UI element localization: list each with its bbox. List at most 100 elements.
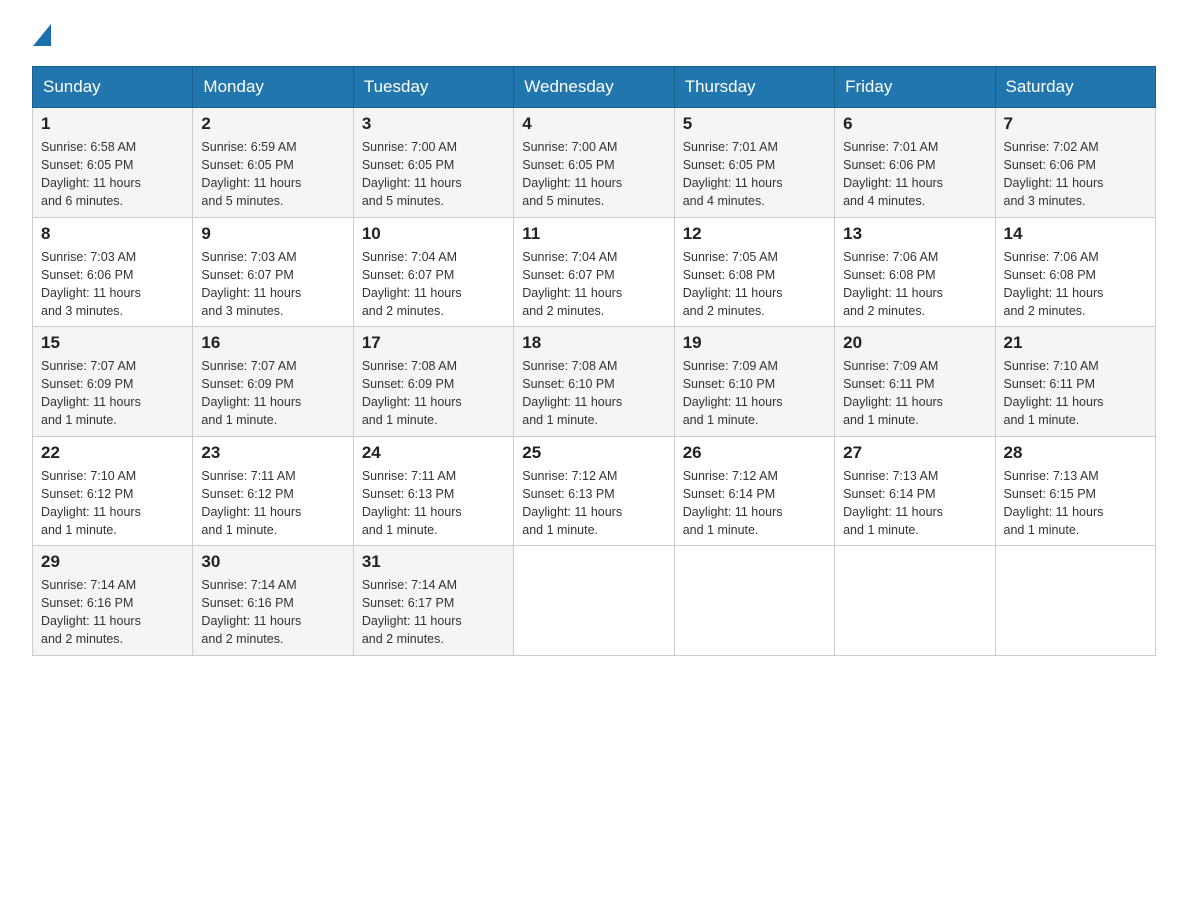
day-info: Sunrise: 7:10 AMSunset: 6:11 PMDaylight:… <box>1004 359 1104 427</box>
calendar-cell: 27 Sunrise: 7:13 AMSunset: 6:14 PMDaylig… <box>835 436 995 546</box>
logo-arrow-icon <box>33 24 51 46</box>
day-number: 3 <box>362 114 505 134</box>
calendar-cell: 11 Sunrise: 7:04 AMSunset: 6:07 PMDaylig… <box>514 217 674 327</box>
day-number: 2 <box>201 114 344 134</box>
day-number: 4 <box>522 114 665 134</box>
day-info: Sunrise: 7:04 AMSunset: 6:07 PMDaylight:… <box>362 250 462 318</box>
calendar-cell: 17 Sunrise: 7:08 AMSunset: 6:09 PMDaylig… <box>353 327 513 437</box>
calendar-cell <box>835 546 995 656</box>
day-number: 29 <box>41 552 184 572</box>
day-info: Sunrise: 7:14 AMSunset: 6:16 PMDaylight:… <box>41 578 141 646</box>
day-info: Sunrise: 7:03 AMSunset: 6:06 PMDaylight:… <box>41 250 141 318</box>
day-info: Sunrise: 7:09 AMSunset: 6:10 PMDaylight:… <box>683 359 783 427</box>
day-number: 8 <box>41 224 184 244</box>
day-number: 28 <box>1004 443 1147 463</box>
day-info: Sunrise: 7:00 AMSunset: 6:05 PMDaylight:… <box>522 140 622 208</box>
day-number: 7 <box>1004 114 1147 134</box>
calendar-week-row: 15 Sunrise: 7:07 AMSunset: 6:09 PMDaylig… <box>33 327 1156 437</box>
day-number: 31 <box>362 552 505 572</box>
calendar-week-row: 22 Sunrise: 7:10 AMSunset: 6:12 PMDaylig… <box>33 436 1156 546</box>
day-info: Sunrise: 7:02 AMSunset: 6:06 PMDaylight:… <box>1004 140 1104 208</box>
day-number: 9 <box>201 224 344 244</box>
day-info: Sunrise: 7:14 AMSunset: 6:16 PMDaylight:… <box>201 578 301 646</box>
day-number: 26 <box>683 443 826 463</box>
day-info: Sunrise: 7:06 AMSunset: 6:08 PMDaylight:… <box>1004 250 1104 318</box>
logo <box>32 24 51 50</box>
calendar-week-row: 29 Sunrise: 7:14 AMSunset: 6:16 PMDaylig… <box>33 546 1156 656</box>
day-number: 22 <box>41 443 184 463</box>
day-number: 10 <box>362 224 505 244</box>
calendar-cell: 14 Sunrise: 7:06 AMSunset: 6:08 PMDaylig… <box>995 217 1155 327</box>
day-number: 6 <box>843 114 986 134</box>
calendar-cell <box>514 546 674 656</box>
calendar-week-row: 1 Sunrise: 6:58 AMSunset: 6:05 PMDayligh… <box>33 108 1156 218</box>
weekday-header-friday: Friday <box>835 67 995 108</box>
calendar-cell: 31 Sunrise: 7:14 AMSunset: 6:17 PMDaylig… <box>353 546 513 656</box>
calendar-cell: 23 Sunrise: 7:11 AMSunset: 6:12 PMDaylig… <box>193 436 353 546</box>
day-info: Sunrise: 7:07 AMSunset: 6:09 PMDaylight:… <box>201 359 301 427</box>
weekday-header-monday: Monday <box>193 67 353 108</box>
calendar-cell: 12 Sunrise: 7:05 AMSunset: 6:08 PMDaylig… <box>674 217 834 327</box>
calendar-cell: 25 Sunrise: 7:12 AMSunset: 6:13 PMDaylig… <box>514 436 674 546</box>
calendar-cell: 21 Sunrise: 7:10 AMSunset: 6:11 PMDaylig… <box>995 327 1155 437</box>
day-number: 25 <box>522 443 665 463</box>
calendar-cell: 22 Sunrise: 7:10 AMSunset: 6:12 PMDaylig… <box>33 436 193 546</box>
calendar-cell: 30 Sunrise: 7:14 AMSunset: 6:16 PMDaylig… <box>193 546 353 656</box>
weekday-header-tuesday: Tuesday <box>353 67 513 108</box>
day-info: Sunrise: 7:00 AMSunset: 6:05 PMDaylight:… <box>362 140 462 208</box>
calendar-cell: 9 Sunrise: 7:03 AMSunset: 6:07 PMDayligh… <box>193 217 353 327</box>
calendar-cell: 8 Sunrise: 7:03 AMSunset: 6:06 PMDayligh… <box>33 217 193 327</box>
day-number: 14 <box>1004 224 1147 244</box>
calendar-cell: 26 Sunrise: 7:12 AMSunset: 6:14 PMDaylig… <box>674 436 834 546</box>
weekday-header-thursday: Thursday <box>674 67 834 108</box>
calendar-cell: 20 Sunrise: 7:09 AMSunset: 6:11 PMDaylig… <box>835 327 995 437</box>
calendar-cell <box>674 546 834 656</box>
calendar-cell: 2 Sunrise: 6:59 AMSunset: 6:05 PMDayligh… <box>193 108 353 218</box>
day-number: 18 <box>522 333 665 353</box>
day-info: Sunrise: 7:01 AMSunset: 6:05 PMDaylight:… <box>683 140 783 208</box>
calendar-cell: 18 Sunrise: 7:08 AMSunset: 6:10 PMDaylig… <box>514 327 674 437</box>
weekday-header-sunday: Sunday <box>33 67 193 108</box>
calendar-table: SundayMondayTuesdayWednesdayThursdayFrid… <box>32 66 1156 656</box>
day-info: Sunrise: 7:01 AMSunset: 6:06 PMDaylight:… <box>843 140 943 208</box>
day-number: 13 <box>843 224 986 244</box>
day-number: 24 <box>362 443 505 463</box>
calendar-cell: 16 Sunrise: 7:07 AMSunset: 6:09 PMDaylig… <box>193 327 353 437</box>
day-number: 1 <box>41 114 184 134</box>
day-info: Sunrise: 7:11 AMSunset: 6:12 PMDaylight:… <box>201 469 301 537</box>
day-number: 20 <box>843 333 986 353</box>
day-number: 5 <box>683 114 826 134</box>
day-info: Sunrise: 7:08 AMSunset: 6:09 PMDaylight:… <box>362 359 462 427</box>
day-number: 19 <box>683 333 826 353</box>
calendar-cell: 5 Sunrise: 7:01 AMSunset: 6:05 PMDayligh… <box>674 108 834 218</box>
calendar-cell: 3 Sunrise: 7:00 AMSunset: 6:05 PMDayligh… <box>353 108 513 218</box>
day-info: Sunrise: 7:13 AMSunset: 6:15 PMDaylight:… <box>1004 469 1104 537</box>
calendar-cell: 28 Sunrise: 7:13 AMSunset: 6:15 PMDaylig… <box>995 436 1155 546</box>
day-info: Sunrise: 6:58 AMSunset: 6:05 PMDaylight:… <box>41 140 141 208</box>
calendar-cell: 6 Sunrise: 7:01 AMSunset: 6:06 PMDayligh… <box>835 108 995 218</box>
day-info: Sunrise: 7:08 AMSunset: 6:10 PMDaylight:… <box>522 359 622 427</box>
day-number: 15 <box>41 333 184 353</box>
weekday-header-wednesday: Wednesday <box>514 67 674 108</box>
day-info: Sunrise: 7:03 AMSunset: 6:07 PMDaylight:… <box>201 250 301 318</box>
day-info: Sunrise: 7:05 AMSunset: 6:08 PMDaylight:… <box>683 250 783 318</box>
calendar-cell: 19 Sunrise: 7:09 AMSunset: 6:10 PMDaylig… <box>674 327 834 437</box>
day-info: Sunrise: 7:10 AMSunset: 6:12 PMDaylight:… <box>41 469 141 537</box>
weekday-header-saturday: Saturday <box>995 67 1155 108</box>
day-number: 17 <box>362 333 505 353</box>
calendar-week-row: 8 Sunrise: 7:03 AMSunset: 6:06 PMDayligh… <box>33 217 1156 327</box>
day-info: Sunrise: 7:12 AMSunset: 6:13 PMDaylight:… <box>522 469 622 537</box>
day-number: 23 <box>201 443 344 463</box>
day-info: Sunrise: 7:12 AMSunset: 6:14 PMDaylight:… <box>683 469 783 537</box>
day-number: 21 <box>1004 333 1147 353</box>
day-info: Sunrise: 7:06 AMSunset: 6:08 PMDaylight:… <box>843 250 943 318</box>
calendar-cell: 24 Sunrise: 7:11 AMSunset: 6:13 PMDaylig… <box>353 436 513 546</box>
day-info: Sunrise: 7:11 AMSunset: 6:13 PMDaylight:… <box>362 469 462 537</box>
day-info: Sunrise: 7:09 AMSunset: 6:11 PMDaylight:… <box>843 359 943 427</box>
calendar-cell: 10 Sunrise: 7:04 AMSunset: 6:07 PMDaylig… <box>353 217 513 327</box>
day-number: 12 <box>683 224 826 244</box>
day-info: Sunrise: 6:59 AMSunset: 6:05 PMDaylight:… <box>201 140 301 208</box>
calendar-cell <box>995 546 1155 656</box>
day-number: 30 <box>201 552 344 572</box>
day-info: Sunrise: 7:07 AMSunset: 6:09 PMDaylight:… <box>41 359 141 427</box>
